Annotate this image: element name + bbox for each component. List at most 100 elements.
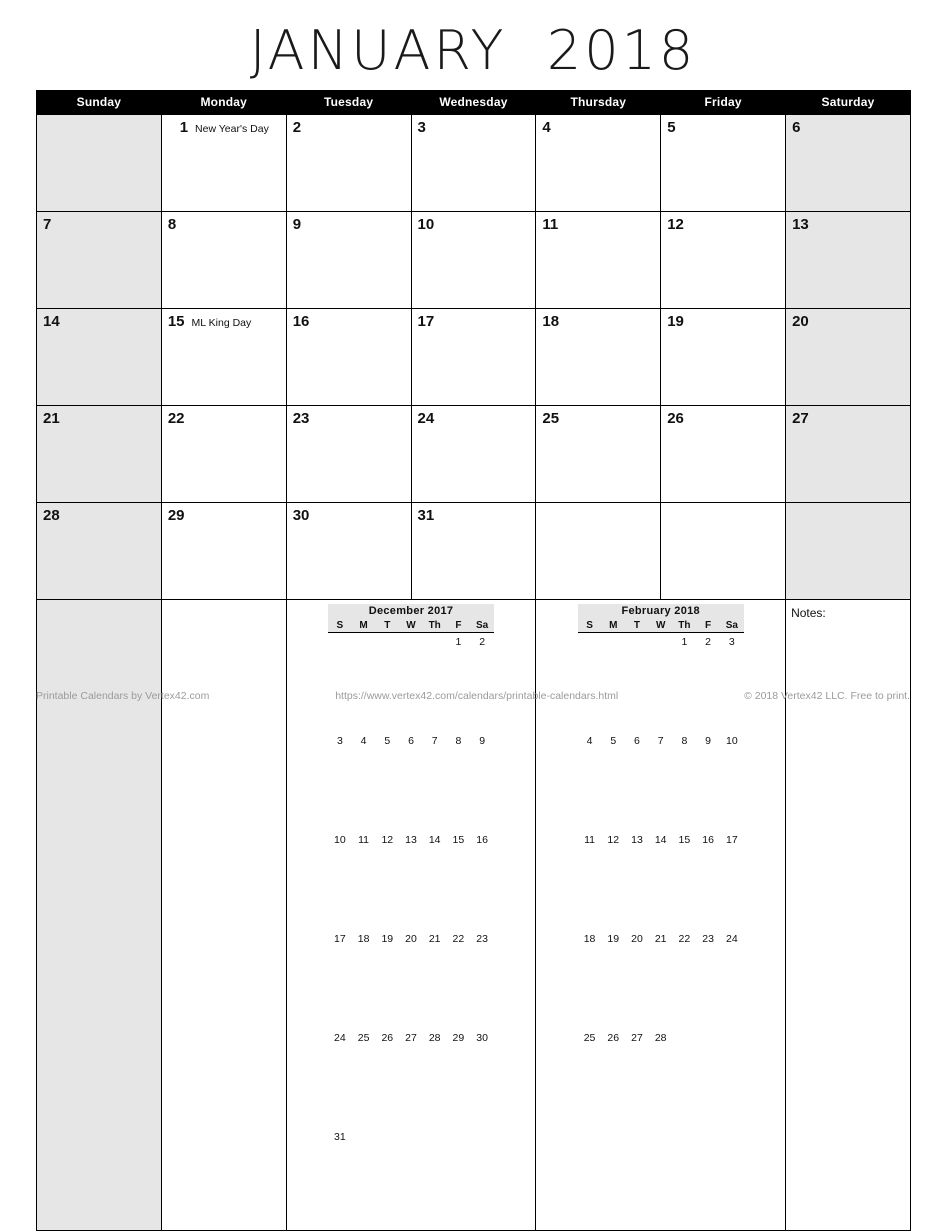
day-cell[interactable]: 14 (36, 308, 162, 406)
mini-day: 15 (452, 834, 465, 846)
mini-day: 20 (631, 933, 643, 945)
day-cell[interactable]: 12 (660, 211, 787, 309)
mini-day: 24 (334, 1032, 346, 1044)
mini-day: 12 (381, 834, 394, 846)
day-number: 18 (542, 313, 560, 330)
day-cell[interactable]: 10 (410, 211, 537, 309)
mini-day: 27 (631, 1032, 643, 1044)
day-cell[interactable]: 6 (785, 114, 911, 212)
day-cell[interactable]: 21 (36, 405, 162, 503)
day-cell[interactable]: 24 (410, 405, 537, 503)
mini-day (375, 1131, 399, 1230)
day-cell[interactable]: 25 (535, 405, 662, 503)
day-cell[interactable]: 18 (535, 308, 662, 406)
day-number: 5 (667, 119, 676, 136)
mini-calendar-table: February 2018 S M T W Th F Sa 1 2 3 4 5 … (577, 604, 744, 1131)
day-cell[interactable]: 11 (535, 211, 662, 309)
day-cell[interactable]: 16 (285, 308, 412, 406)
mini-day: 15 (678, 834, 691, 846)
day-number: 24 (417, 410, 435, 427)
mini-dow-sa: Sa (719, 619, 744, 633)
footer-url[interactable]: https://www.vertex42.com/calendars/print… (209, 690, 744, 702)
day-cell[interactable]: 22 (160, 405, 287, 503)
mini-day: 21 (654, 933, 667, 945)
day-cell[interactable]: 4 (535, 114, 662, 212)
mini-day: 26 (381, 1032, 394, 1044)
mini-day (399, 633, 423, 735)
mini-day: 17 (334, 933, 346, 945)
day-number: 27 (792, 410, 809, 427)
mini-day (375, 633, 399, 735)
mini-week-row: 24 25 26 27 28 29 30 (328, 1032, 494, 1131)
day-number: 19 (667, 313, 684, 330)
day-number: 17 (417, 313, 435, 330)
weekday-header-monday: Monday (160, 90, 287, 115)
day-number: 21 (43, 410, 60, 427)
mini-day: 1 (681, 636, 688, 648)
day-cell[interactable]: 8 (160, 211, 287, 309)
day-number: 20 (792, 313, 809, 330)
day-number: 4 (542, 119, 551, 136)
mini-dow-w: W (648, 619, 673, 633)
day-cell[interactable]: 1 New Year's Day (160, 114, 287, 212)
mini-day: 23 (476, 933, 488, 945)
day-cell[interactable] (535, 502, 662, 600)
mini-day (447, 1131, 471, 1230)
day-cell[interactable]: 19 (660, 308, 787, 406)
page-title: JANUARY 2018 (36, 18, 910, 84)
mini-day (625, 633, 649, 735)
day-cell[interactable]: 26 (660, 405, 787, 503)
week-row: 21 22 23 24 25 26 27 (36, 405, 911, 503)
day-cell[interactable]: 3 (410, 114, 537, 212)
day-number: 28 (43, 507, 60, 524)
month-year-title: JANUARY 2018 (249, 19, 697, 82)
day-cell[interactable]: 28 (36, 502, 162, 600)
mini-calendar-title: December 2017 (328, 604, 495, 619)
mini-day: 29 (452, 1032, 465, 1044)
day-cell[interactable]: 5 (660, 114, 787, 212)
mini-day (328, 633, 352, 735)
day-number: 7 (43, 216, 52, 233)
day-cell[interactable]: 15 ML King Day (160, 308, 287, 406)
day-number: 30 (292, 507, 310, 524)
mini-week-row: 18 19 20 21 22 23 24 (578, 933, 744, 1032)
day-cell[interactable]: 31 (410, 502, 537, 600)
day-cell[interactable] (660, 502, 787, 600)
day-cell[interactable]: 17 (410, 308, 537, 406)
day-cell[interactable]: 7 (36, 211, 162, 309)
mini-day: 30 (476, 1032, 488, 1044)
mini-day (352, 1131, 376, 1230)
day-number: 13 (792, 216, 809, 233)
day-cell[interactable]: 20 (785, 308, 911, 406)
weekday-header-friday: Friday (660, 90, 787, 115)
mini-day: 2 (479, 636, 486, 648)
mini-day: 10 (725, 735, 738, 747)
mini-day (352, 633, 376, 735)
day-cell[interactable]: 9 (285, 211, 412, 309)
day-cell[interactable]: 30 (285, 502, 412, 600)
day-cell[interactable]: 29 (160, 502, 287, 600)
day-cell[interactable]: 13 (785, 211, 911, 309)
calendar-page: JANUARY 2018 Sunday Monday Tuesday Wedne… (0, 0, 946, 1231)
day-number: 15 (167, 313, 185, 330)
mini-weekday-row: S M T W Th F Sa (577, 619, 744, 633)
mini-week-row: 10 11 12 13 14 15 16 (328, 834, 494, 933)
day-cell[interactable] (36, 114, 162, 212)
day-number: 6 (792, 119, 801, 136)
day-cell[interactable] (785, 502, 911, 600)
page-footer: Printable Calendars by Vertex42.com http… (36, 690, 910, 702)
mini-dow-th: Th (422, 619, 447, 633)
day-cell[interactable]: 27 (785, 405, 911, 503)
mini-day: 4 (586, 735, 593, 747)
day-cell[interactable]: 2 (285, 114, 412, 212)
mini-day: 3 (728, 636, 735, 648)
mini-calendar-title: February 2018 (577, 604, 744, 619)
mini-day: 27 (405, 1032, 417, 1044)
mini-week-row: 4 5 6 7 8 9 10 (578, 735, 744, 834)
mini-day: 5 (610, 735, 617, 747)
day-cell[interactable]: 23 (285, 405, 412, 503)
day-number: 31 (417, 507, 435, 524)
mini-day: 9 (705, 735, 711, 747)
mini-day (470, 1131, 494, 1230)
mini-day: 4 (360, 735, 367, 747)
